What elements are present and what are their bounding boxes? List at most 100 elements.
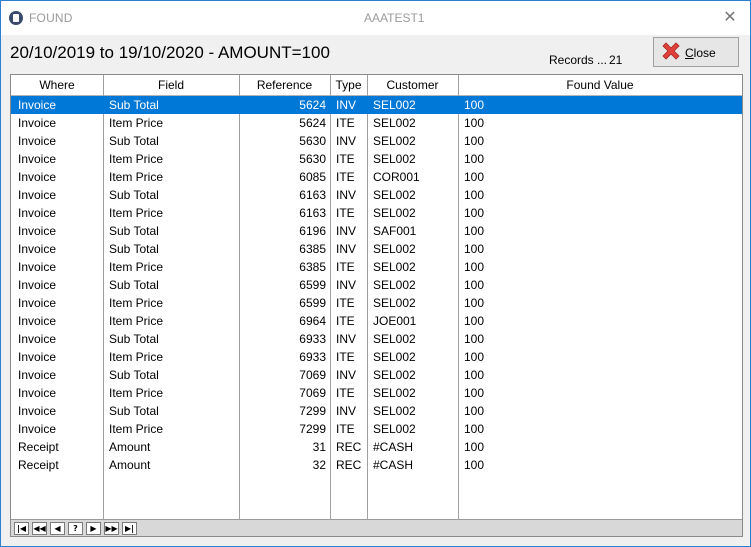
cell-type: REC — [336, 440, 362, 454]
cell-reference: 5630 — [299, 152, 326, 166]
cell-reference: 7069 — [299, 386, 326, 400]
cell-found: 100 — [464, 386, 485, 400]
cell-customer: SEL002 — [373, 134, 416, 148]
cell-found: 100 — [464, 440, 485, 454]
table-row[interactable]: Invoice Item Price 6385 ITE SEL002 100 — [11, 258, 742, 276]
records-count: 21 — [609, 53, 623, 67]
table-row[interactable]: Receipt Amount 32 REC #CASH 100 — [11, 456, 742, 474]
table-row[interactable]: Invoice Sub Total 5630 INV SEL002 100 — [11, 132, 742, 150]
cell-customer: SEL002 — [373, 188, 416, 202]
page-title: 20/10/2019 to 19/10/2020 - AMOUNT=100 — [10, 43, 330, 62]
cell-type: ITE — [336, 170, 355, 184]
cell-reference: 7299 — [299, 404, 326, 418]
table-row[interactable]: Invoice Sub Total 6599 INV SEL002 100 — [11, 276, 742, 294]
cell-type: INV — [336, 224, 357, 238]
cell-field: Sub Total — [109, 224, 159, 238]
cell-customer: SEL002 — [373, 278, 416, 292]
table-row[interactable]: Invoice Sub Total 6385 INV SEL002 100 — [11, 240, 742, 258]
cell-found: 100 — [464, 296, 485, 310]
table-row[interactable]: Invoice Item Price 6964 ITE JOE001 100 — [11, 312, 742, 330]
cell-customer: SEL002 — [373, 206, 416, 220]
cell-found: 100 — [464, 98, 485, 112]
cell-type: ITE — [336, 260, 355, 274]
close-button-label: Close — [685, 46, 716, 60]
records-label: Records ... — [549, 53, 608, 67]
window-close-icon[interactable]: ✕ — [719, 7, 741, 29]
cell-field: Amount — [109, 440, 151, 454]
cell-reference: 6933 — [299, 332, 326, 346]
column-header-type[interactable]: Type — [330, 78, 367, 92]
cell-customer: SEL002 — [373, 368, 416, 382]
cell-found: 100 — [464, 224, 485, 238]
cell-field: Item Price — [109, 422, 164, 436]
cell-field: Sub Total — [109, 134, 159, 148]
cell-where: Invoice — [18, 422, 57, 436]
cell-field: Item Price — [109, 314, 164, 328]
cell-found: 100 — [464, 350, 485, 364]
cell-type: ITE — [336, 314, 355, 328]
column-header-where[interactable]: Where — [11, 78, 103, 92]
cell-reference: 6385 — [299, 242, 326, 256]
cell-customer: SEL002 — [373, 296, 416, 310]
column-header-found[interactable]: Found Value — [458, 78, 742, 92]
cell-reference: 6933 — [299, 350, 326, 364]
cell-where: Invoice — [18, 332, 57, 346]
cell-field: Item Price — [109, 350, 164, 364]
cell-reference: 5624 — [299, 116, 326, 130]
first-record-button[interactable]: |◀ — [14, 522, 29, 535]
record-navigator: |◀ ◀◀ ◀? ▶ ▶▶ ▶| — [11, 519, 742, 536]
column-header-reference[interactable]: Reference — [239, 78, 330, 92]
table-row[interactable]: Invoice Item Price 5624 ITE SEL002 100 — [11, 114, 742, 132]
previous-page-button[interactable]: ◀◀ — [32, 522, 47, 535]
last-record-button[interactable]: ▶| — [122, 522, 137, 535]
next-page-button[interactable]: ▶▶ — [104, 522, 119, 535]
table-row[interactable]: Invoice Item Price 7069 ITE SEL002 100 — [11, 384, 742, 402]
table-row[interactable]: Invoice Item Price 6599 ITE SEL002 100 — [11, 294, 742, 312]
table-row[interactable]: Invoice Item Price 5630 ITE SEL002 100 — [11, 150, 742, 168]
cell-customer: SEL002 — [373, 98, 416, 112]
table-row[interactable]: Invoice Sub Total 5624 INV SEL002 100 — [11, 96, 742, 114]
table-row[interactable]: Invoice Sub Total 7299 INV SEL002 100 — [11, 402, 742, 420]
cell-type: INV — [336, 332, 357, 346]
cell-field: Sub Total — [109, 278, 159, 292]
previous-record-button[interactable]: ◀ — [50, 522, 65, 535]
table-row[interactable]: Invoice Sub Total 6196 INV SAF001 100 — [11, 222, 742, 240]
found-window: FOUND AAATEST1 ✕ 20/10/2019 to 19/10/202… — [0, 0, 751, 547]
cell-type: INV — [336, 404, 357, 418]
table-row[interactable]: Invoice Item Price 7299 ITE SEL002 100 — [11, 420, 742, 438]
cell-where: Invoice — [18, 98, 57, 112]
table-row[interactable]: Receipt Amount 31 REC #CASH 100 — [11, 438, 742, 456]
help-button[interactable]: ? — [68, 522, 83, 535]
cell-found: 100 — [464, 152, 485, 166]
cell-found: 100 — [464, 278, 485, 292]
next-record-button[interactable]: ▶ — [86, 522, 101, 535]
cell-reference: 7069 — [299, 368, 326, 382]
results-grid[interactable]: Where Field Reference Type Customer Found Val… — [10, 74, 743, 537]
close-x-icon — [662, 42, 680, 60]
table-row[interactable]: Invoice Item Price 6933 ITE SEL002 100 — [11, 348, 742, 366]
cell-where: Invoice — [18, 386, 57, 400]
table-row[interactable]: Invoice Item Price 6085 ITE COR001 100 — [11, 168, 742, 186]
table-row[interactable]: Invoice Sub Total 6163 INV SEL002 100 — [11, 186, 742, 204]
cell-reference: 5624 — [299, 98, 326, 112]
table-row[interactable]: Invoice Sub Total 6933 INV SEL002 100 — [11, 330, 742, 348]
cell-found: 100 — [464, 188, 485, 202]
cell-reference: 31 — [312, 440, 326, 454]
cell-field: Sub Total — [109, 188, 159, 202]
cell-type: INV — [336, 98, 357, 112]
cell-where: Invoice — [18, 242, 57, 256]
cell-field: Sub Total — [109, 332, 159, 346]
cell-type: ITE — [336, 386, 355, 400]
table-row[interactable]: Invoice Sub Total 7069 INV SEL002 100 — [11, 366, 742, 384]
table-row[interactable]: Invoice Item Price 6163 ITE SEL002 100 — [11, 204, 742, 222]
close-button[interactable]: Close — [653, 37, 739, 67]
cell-field: Sub Total — [109, 368, 159, 382]
cell-where: Receipt — [18, 440, 59, 454]
column-header-field[interactable]: Field — [103, 78, 239, 92]
close-label-first-letter: C — [685, 46, 694, 60]
cell-customer: #CASH — [373, 440, 414, 454]
cell-where: Invoice — [18, 206, 57, 220]
column-header-customer[interactable]: Customer — [367, 78, 458, 92]
cell-where: Invoice — [18, 350, 57, 364]
cell-where: Invoice — [18, 368, 57, 382]
